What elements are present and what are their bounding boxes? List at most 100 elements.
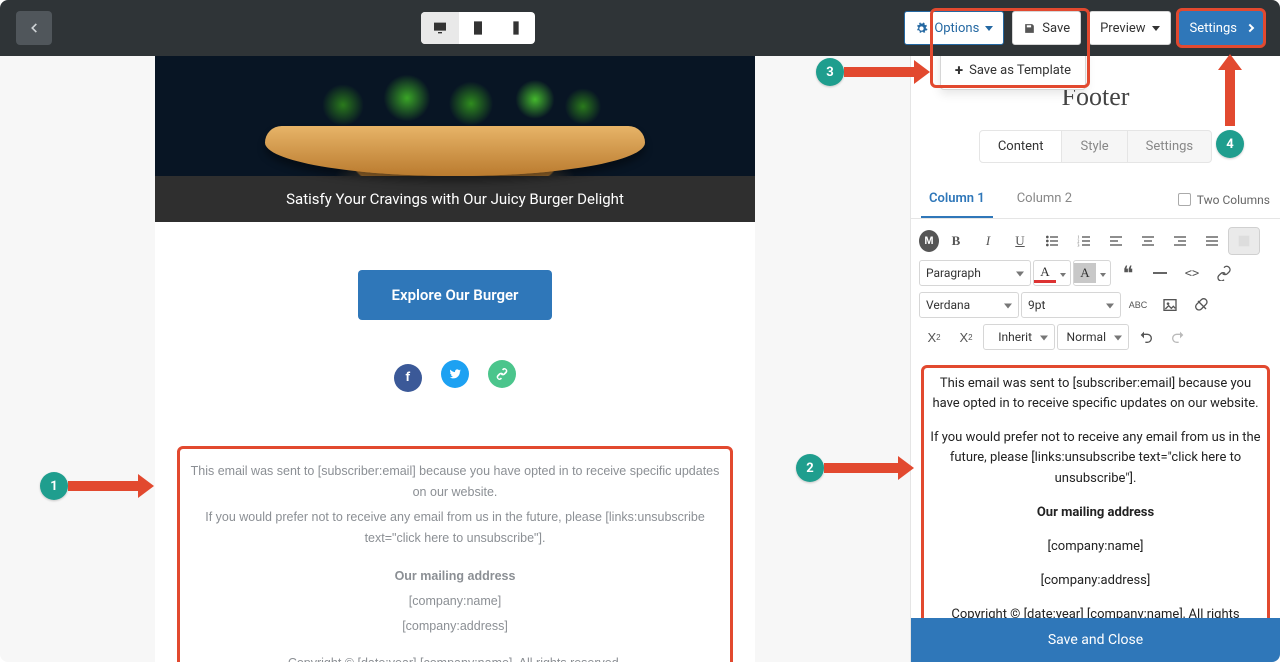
chevron-right-icon: [1246, 24, 1254, 32]
horizontal-rule-button[interactable]: [1145, 260, 1175, 286]
highlight-color-button[interactable]: A: [1073, 260, 1111, 286]
cta-block[interactable]: Explore Our Burger: [155, 232, 755, 348]
checkbox-icon: [1178, 193, 1191, 206]
footer-company-name: [company:name]: [188, 591, 722, 612]
blockquote-button[interactable]: ❝: [1113, 260, 1143, 286]
tab-content[interactable]: Content: [979, 130, 1063, 163]
lineheight-select[interactable]: Inherit: [983, 324, 1055, 350]
link-icon[interactable]: [488, 360, 516, 388]
column-tabs: Column 1 Column 2 Two Columns: [911, 181, 1280, 219]
editor-copyright: Copyright © [date:year] [company:name], …: [928, 605, 1263, 618]
bold-button[interactable]: B: [941, 228, 971, 254]
footer-block[interactable]: This email was sent to [subscriber:email…: [155, 416, 755, 662]
options-button[interactable]: Options: [904, 11, 1004, 45]
canvas-area: Satisfy Your Cravings with Our Juicy Bur…: [0, 56, 910, 662]
svg-text:3: 3: [1077, 242, 1079, 247]
align-right-button[interactable]: [1165, 228, 1195, 254]
font-color-button[interactable]: A: [1033, 260, 1071, 286]
device-desktop-button[interactable]: [421, 12, 459, 44]
hero-image-decor: [295, 56, 615, 126]
small-caps-button[interactable]: ABC: [1123, 292, 1153, 318]
undo-button[interactable]: [1131, 324, 1161, 350]
font-family-select[interactable]: Verdana: [919, 292, 1019, 318]
email-canvas[interactable]: Satisfy Your Cravings with Our Juicy Bur…: [155, 56, 755, 662]
link-glyph-icon: [495, 367, 509, 381]
twitter-glyph-icon: [448, 367, 462, 381]
plus-icon: +: [955, 61, 963, 79]
mobile-icon: [508, 20, 524, 36]
back-button[interactable]: [16, 11, 52, 45]
two-columns-toggle[interactable]: Two Columns: [1178, 193, 1270, 207]
cta-button[interactable]: Explore Our Burger: [358, 270, 553, 320]
settings-button[interactable]: Settings: [1179, 11, 1264, 45]
save-button[interactable]: Save: [1012, 11, 1081, 45]
underline-button[interactable]: U: [1005, 228, 1035, 254]
fontweight-select[interactable]: Normal: [1057, 324, 1129, 350]
save-and-close-button[interactable]: Save and Close: [911, 618, 1280, 662]
subscript-button[interactable]: X2: [919, 324, 949, 350]
caret-down-icon: [1152, 26, 1160, 31]
twitter-icon[interactable]: [441, 360, 469, 388]
sidebar: Footer Content Style Settings Column 1 C…: [910, 56, 1280, 662]
highlight-footer-editor: This email was sent to [subscriber:email…: [921, 365, 1270, 618]
editor-company-name: [company:name]: [928, 537, 1263, 557]
gear-icon: [915, 22, 928, 35]
options-dropdown: + Save as Template: [940, 50, 1086, 90]
back-arrow-icon: [27, 21, 41, 35]
preview-label: Preview: [1100, 21, 1145, 36]
bullets-button[interactable]: [1037, 228, 1067, 254]
font-size-select[interactable]: 9pt: [1021, 292, 1121, 318]
editor-p1: This email was sent to [subscriber:email…: [928, 374, 1263, 414]
sidebar-segment: Content Style Settings: [911, 130, 1280, 163]
redo-button[interactable]: [1163, 324, 1193, 350]
socials-block[interactable]: f: [155, 348, 755, 416]
superscript-button[interactable]: X2: [951, 324, 981, 350]
save-label: Save: [1042, 21, 1070, 36]
two-columns-label: Two Columns: [1197, 193, 1270, 207]
save-icon: [1023, 22, 1036, 35]
italic-button[interactable]: I: [973, 228, 1003, 254]
mailtags-button[interactable]: M: [919, 230, 939, 252]
desktop-icon: [432, 20, 448, 36]
editor-p2: If you would prefer not to receive any e…: [928, 428, 1263, 488]
align-left-button[interactable]: [1101, 228, 1131, 254]
device-switch: [421, 12, 535, 44]
hero-block[interactable]: Satisfy Your Cravings with Our Juicy Bur…: [155, 56, 755, 222]
tab-style[interactable]: Style: [1062, 130, 1126, 163]
footer-company-address: [company:address]: [188, 616, 722, 637]
align-center-button[interactable]: [1133, 228, 1163, 254]
image-button[interactable]: [1155, 292, 1185, 318]
column-2-tab[interactable]: Column 2: [1009, 181, 1080, 218]
align-justify-button[interactable]: [1197, 228, 1227, 254]
workspace: Satisfy Your Cravings with Our Juicy Bur…: [0, 56, 1280, 662]
editor-mailing-heading: Our mailing address: [928, 503, 1263, 523]
hero-image: [155, 56, 755, 176]
footer-p2: If you would prefer not to receive any e…: [188, 507, 722, 550]
save-as-template-label: Save as Template: [969, 63, 1071, 78]
top-bar: Options Save Preview Settings: [0, 0, 1280, 56]
footer-editor[interactable]: This email was sent to [subscriber:email…: [911, 355, 1280, 618]
device-tablet-button[interactable]: [459, 12, 497, 44]
hero-image-decor: [265, 126, 645, 176]
column-1-tab[interactable]: Column 1: [921, 181, 993, 218]
paragraph-select[interactable]: Paragraph: [919, 260, 1031, 286]
settings-label: Settings: [1190, 21, 1237, 36]
footer-p1: This email was sent to [subscriber:email…: [188, 461, 722, 504]
save-as-template-item[interactable]: + Save as Template: [941, 51, 1085, 89]
footer-copyright: Copyright © [date:year] [company:name], …: [188, 653, 722, 662]
code-button[interactable]: <>: [1177, 260, 1207, 286]
device-mobile-button[interactable]: [497, 12, 535, 44]
topbar-right: Options Save Preview Settings: [904, 11, 1264, 45]
rich-text-toolbar: M B I U 123 Paragraph A A ❝ <>: [911, 219, 1280, 355]
link-button[interactable]: [1209, 260, 1239, 286]
facebook-icon[interactable]: f: [394, 364, 422, 392]
preview-button[interactable]: Preview: [1089, 11, 1170, 45]
options-label: Options: [934, 21, 979, 36]
clear-format-button[interactable]: [1187, 292, 1217, 318]
numbered-list-button[interactable]: 123: [1069, 228, 1099, 254]
tab-settings[interactable]: Settings: [1127, 130, 1212, 163]
footer-mailing-heading: Our mailing address: [188, 566, 722, 587]
hero-caption: Satisfy Your Cravings with Our Juicy Bur…: [155, 176, 755, 222]
tablet-icon: [470, 20, 486, 36]
background-fill-button[interactable]: [1229, 228, 1259, 254]
